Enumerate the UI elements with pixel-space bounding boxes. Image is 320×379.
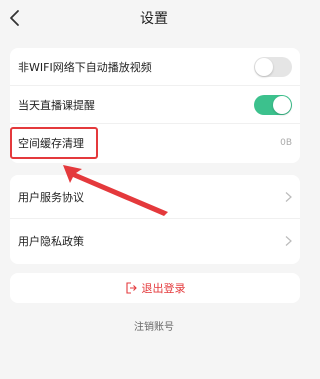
- autoplay-setting-label: 非WIFI网络下自动播放视频: [18, 60, 152, 74]
- live-reminder-setting-row: 当天直播课提醒: [10, 86, 300, 124]
- chevron-right-icon: [285, 191, 292, 202]
- highlight-annotation-box: [10, 127, 98, 159]
- nav-bar: 设置: [0, 0, 308, 36]
- privacy-policy-label: 用户隐私政策: [18, 235, 84, 248]
- privacy-policy-row[interactable]: 用户隐私政策: [10, 219, 300, 263]
- cancel-account-link[interactable]: 注销账号: [0, 318, 308, 333]
- live-reminder-setting-label: 当天直播课提醒: [18, 98, 95, 112]
- live-reminder-toggle[interactable]: [254, 94, 292, 115]
- autoplay-toggle[interactable]: [254, 56, 292, 77]
- autoplay-setting-row: 非WIFI网络下自动播放视频: [10, 48, 300, 86]
- logout-icon: [125, 282, 137, 294]
- logout-button[interactable]: 退出登录: [10, 273, 300, 303]
- toggle-knob: [273, 95, 291, 114]
- page-title: 设置: [140, 11, 168, 27]
- logout-content: 退出登录: [10, 280, 300, 296]
- annotation-arrow-icon: [63, 165, 168, 216]
- toggle-knob: [255, 57, 273, 76]
- cache-size-value: 0B: [280, 138, 292, 148]
- chevron-right-icon: [285, 236, 292, 246]
- logout-label: 退出登录: [141, 282, 186, 295]
